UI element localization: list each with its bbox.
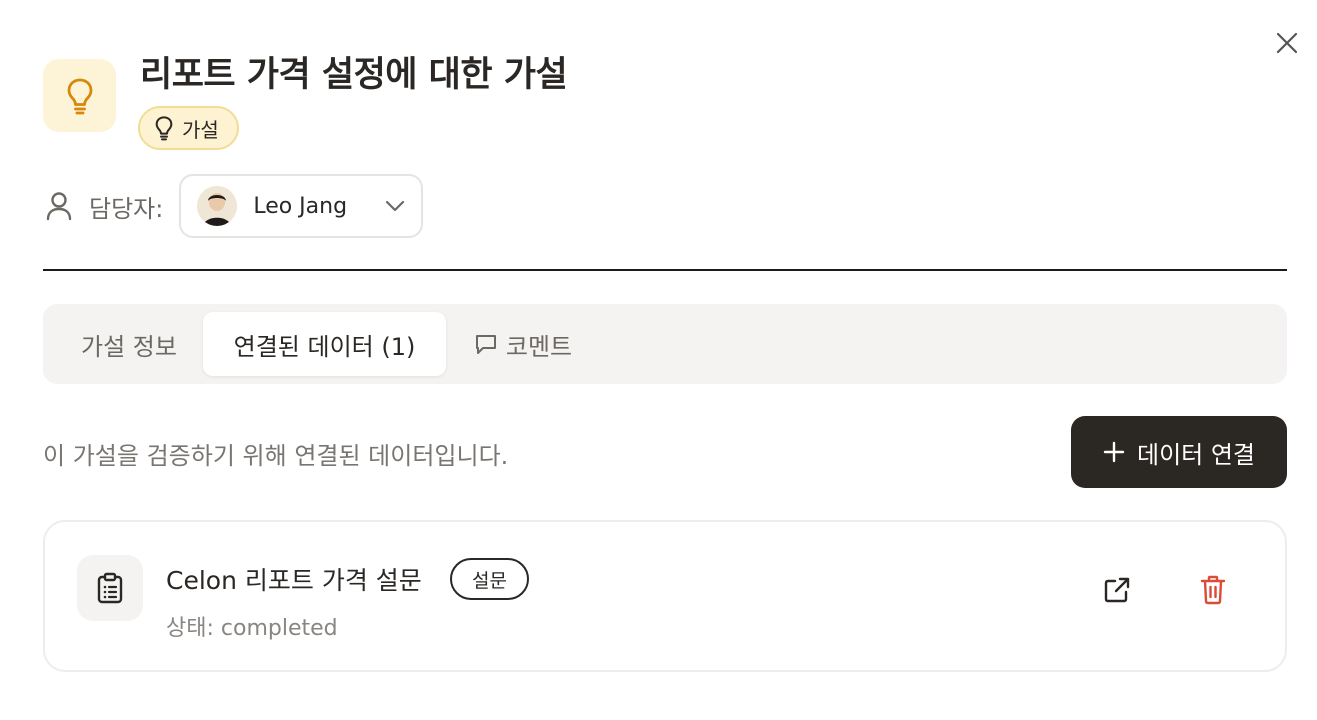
survey-icon-box [77, 555, 143, 621]
linked-data-description: 이 가설을 검증하기 위해 연결된 데이터입니다. [43, 442, 509, 470]
close-icon [1276, 32, 1298, 54]
header-divider [43, 269, 1287, 271]
open-external-button[interactable] [1097, 570, 1137, 610]
add-data-button-label: 데이터 연결 [1136, 440, 1256, 469]
plus-icon [1103, 441, 1125, 463]
user-icon [46, 192, 72, 221]
clipboard-icon [97, 572, 123, 604]
trash-icon [1200, 575, 1226, 605]
chevron-down-icon [386, 200, 405, 212]
add-data-button[interactable]: 데이터 연결 [1071, 416, 1287, 488]
tab-comments-label: 코멘트 [505, 332, 573, 361]
list-item: Celon 리포트 가격 설문 설문 상태: completed [43, 520, 1287, 672]
lightbulb-icon [155, 116, 173, 141]
hypothesis-icon-box [43, 59, 116, 132]
assignee-label: 담당자: [89, 194, 164, 223]
external-link-icon [1104, 577, 1130, 603]
data-item-title: Celon 리포트 가격 설문 [166, 566, 422, 595]
tab-bar: 가설 정보 연결된 데이터 (1) 코멘트 [43, 304, 1287, 384]
assignee-select[interactable]: Leo Jang [179, 174, 424, 238]
assignee-name: Leo Jang [253, 193, 348, 219]
data-item-type-tag: 설문 [450, 558, 529, 600]
data-item-status: 상태: completed [166, 616, 338, 641]
close-button[interactable] [1270, 26, 1304, 60]
page-title: 리포트 가격 설정에 대한 가설 [140, 55, 568, 95]
delete-button[interactable] [1193, 570, 1233, 610]
avatar [197, 186, 238, 226]
hypothesis-modal: 리포트 가격 설정에 대한 가설 가설 담당자: Leo Jang 가설 정보 … [0, 0, 1317, 720]
tab-comments[interactable]: 코멘트 [463, 312, 583, 376]
tab-linked-data[interactable]: 연결된 데이터 (1) [203, 312, 446, 376]
type-badge-label: 가설 [182, 117, 219, 142]
tab-hypothesis-info[interactable]: 가설 정보 [55, 312, 203, 376]
type-badge: 가설 [138, 106, 239, 150]
assignee-row: 담당자: Leo Jang [45, 174, 424, 238]
lightbulb-icon [67, 78, 92, 114]
comment-icon [475, 335, 496, 354]
